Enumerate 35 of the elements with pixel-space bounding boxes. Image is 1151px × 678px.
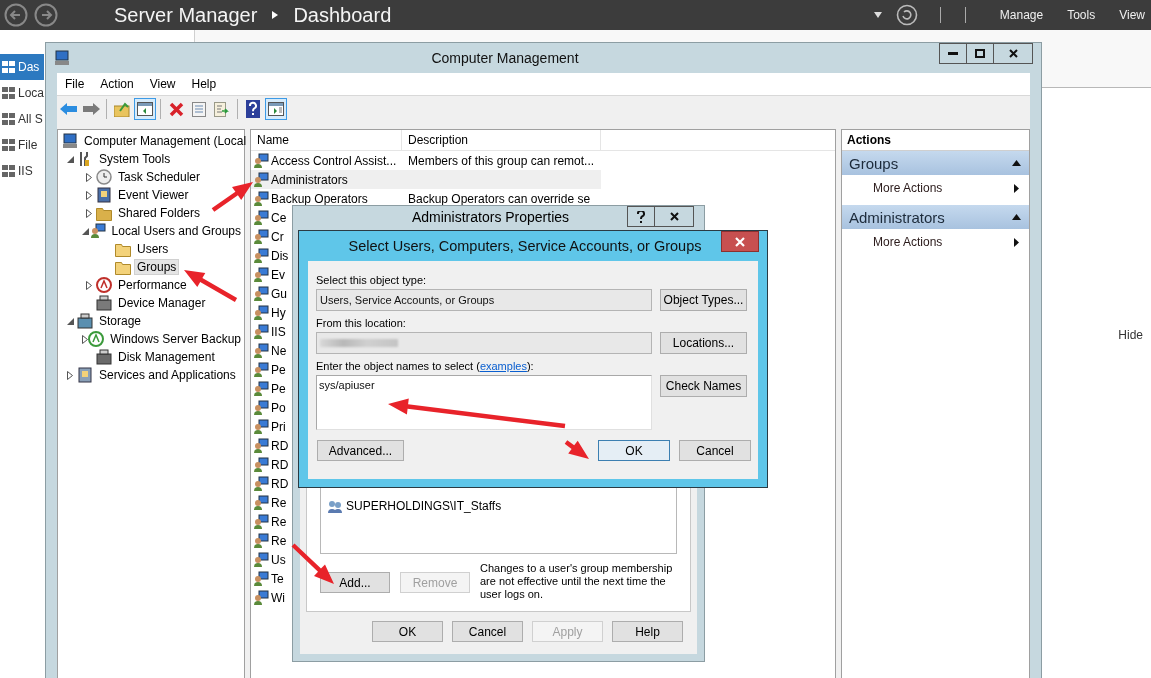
dialog-title: Select Users, Computers, Service Accounts, or Groups (347, 237, 703, 256)
group-name: Te (271, 571, 284, 586)
group-name: Pe (271, 362, 286, 377)
group-name: Wi (271, 590, 285, 605)
group-name: Pri (271, 419, 286, 434)
group-name: Hy (271, 305, 286, 320)
group-name: Dis (271, 248, 289, 263)
group-name: Cr (271, 229, 284, 244)
group-name: RD (271, 457, 289, 472)
membership-note: Changes to a user's group membership are not effective until the next time the user logs on. (480, 562, 674, 601)
field-label: Enter the object names to select (examples): (316, 360, 535, 372)
breadcrumb-text: Dashboard (293, 3, 392, 28)
group-name: Pe (271, 381, 286, 396)
group-name: Ne (271, 343, 287, 358)
group-name: Po (271, 400, 286, 415)
group-name: IIS (271, 324, 286, 339)
group-name: Re (271, 533, 287, 548)
group-name: RD (271, 438, 289, 453)
dialog-title: Administrators Properties (410, 208, 571, 227)
group-name: RD (271, 476, 289, 491)
field-label: From this location: (316, 317, 407, 329)
group-name: Re (271, 495, 287, 510)
group-name: Backup Operators (271, 191, 368, 206)
group-name: Ev (271, 267, 285, 282)
field-label: Select this object type: (316, 274, 428, 286)
group-description: Backup Operators can override se (407, 191, 592, 206)
group-name: Administrators (271, 172, 348, 187)
window-title: Computer Management (430, 50, 580, 66)
group-name: Us (271, 552, 286, 567)
group-name: Re (271, 514, 287, 529)
group-name: Ce (271, 210, 287, 225)
group-name: Access Control Assist... (271, 153, 397, 168)
group-name: Gu (271, 286, 287, 301)
group-description: Members of this group can remot... (407, 153, 596, 168)
app-title: Server Manager (114, 3, 258, 28)
